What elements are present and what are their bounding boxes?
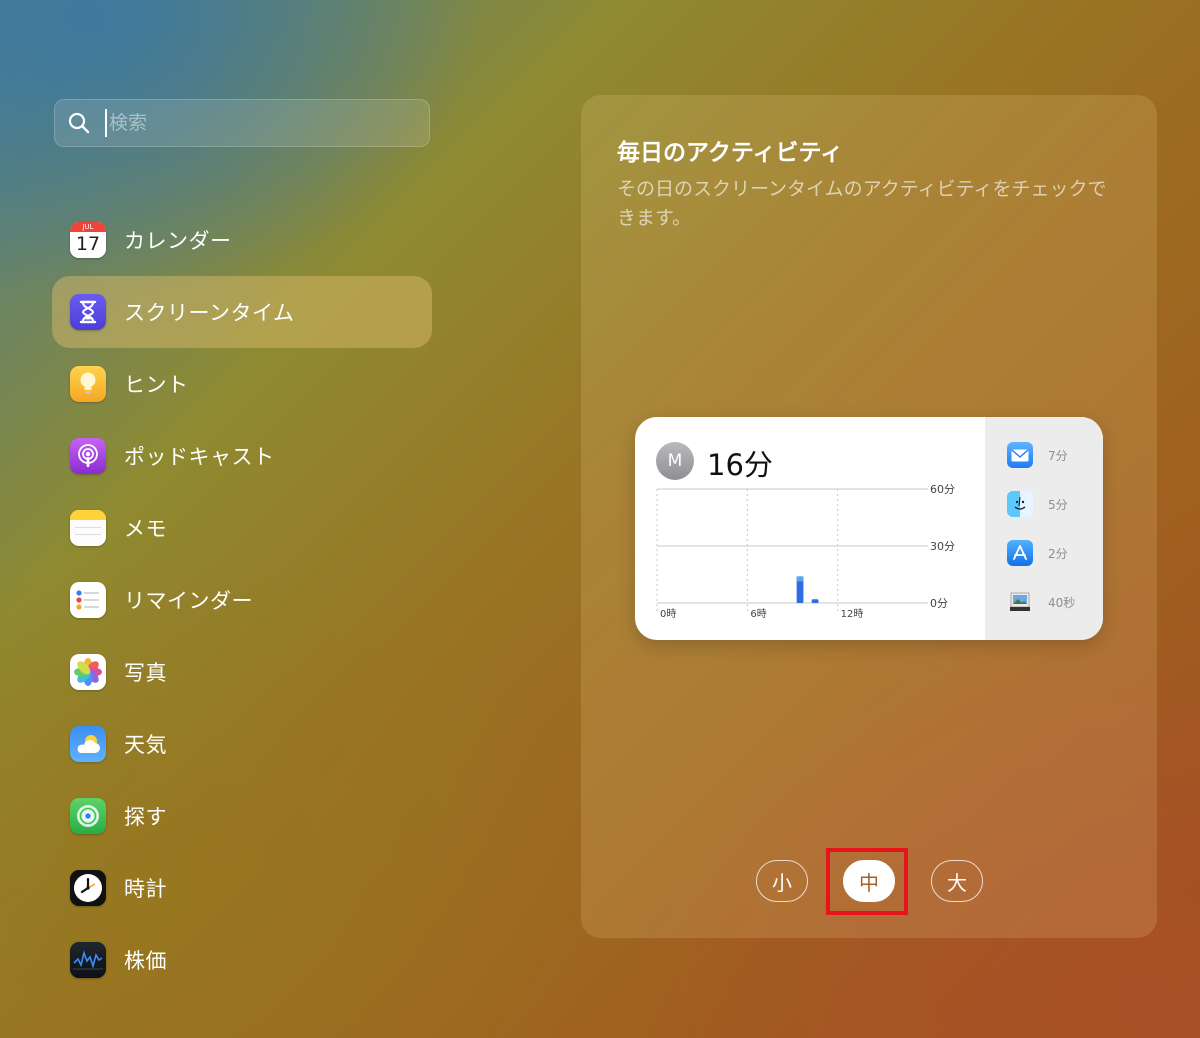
tips-icon (70, 366, 106, 402)
screen-time-icon (70, 294, 106, 330)
app-store-icon (1007, 540, 1033, 566)
calendar-day: 17 (75, 233, 101, 255)
sidebar-item-clock[interactable]: 時計 (52, 852, 432, 924)
sidebar-item-label: スクリーンタイム (124, 301, 295, 325)
app-duration: 7分 (1048, 448, 1068, 463)
activity-bar-top (796, 576, 804, 582)
search-input[interactable] (109, 112, 409, 134)
sidebar-item-calendar[interactable]: JUL 17 カレンダー (52, 204, 432, 276)
widget-title: 毎日のアクティビティ (617, 140, 844, 166)
size-small-button[interactable]: 小 (756, 860, 808, 902)
sidebar-item-tips[interactable]: ヒント (52, 348, 432, 420)
sidebar-item-notes[interactable]: メモ (52, 492, 432, 564)
sidebar-item-label: 時計 (124, 877, 167, 901)
calendar-icon: JUL 17 (70, 222, 106, 258)
notes-icon (70, 510, 106, 546)
activity-bar (811, 599, 819, 603)
app-usage-row: 2分 (1007, 540, 1068, 566)
app-duration: 2分 (1048, 546, 1068, 561)
sidebar-item-screen-time[interactable]: スクリーンタイム (52, 276, 432, 348)
app-duration: 5分 (1048, 497, 1068, 512)
sidebar-item-label: 写真 (124, 661, 167, 685)
sidebar-item-weather[interactable]: 天気 (52, 708, 432, 780)
y-tick-label: 0分 (930, 597, 948, 610)
search-field[interactable] (54, 99, 430, 147)
x-tick-label: 12時 (841, 608, 864, 620)
sidebar-item-reminders[interactable]: リマインダー (52, 564, 432, 636)
sidebar-item-label: 天気 (124, 733, 167, 757)
preview-icon (1007, 589, 1033, 615)
weather-icon (70, 726, 106, 762)
sidebar-item-label: カレンダー (124, 229, 232, 253)
y-tick-label: 30分 (930, 540, 955, 553)
calendar-month: JUL (70, 222, 106, 232)
app-usage-list: 7分 5分 2分 40秒 (985, 417, 1103, 640)
podcasts-icon (70, 438, 106, 474)
highlight-box (826, 848, 908, 915)
x-tick-label: 0時 (660, 608, 676, 620)
sidebar-item-label: 株価 (124, 949, 167, 973)
sidebar-item-photos[interactable]: 写真 (52, 636, 432, 708)
search-icon (68, 112, 90, 134)
stocks-icon (70, 942, 106, 978)
sidebar-item-find-my[interactable]: 探す (52, 780, 432, 852)
app-duration: 40秒 (1048, 595, 1076, 610)
size-large-button[interactable]: 大 (931, 860, 983, 902)
sidebar-item-label: リマインダー (124, 589, 253, 613)
sidebar-item-label: 探す (124, 805, 167, 829)
finder-icon (1007, 491, 1033, 517)
widget-app-list: JUL 17 カレンダー スクリーンタイム ヒント ポッドキャスト メモ リマイ… (52, 204, 432, 996)
mail-icon (1007, 442, 1033, 468)
y-tick-label: 60分 (930, 483, 955, 496)
find-my-icon (70, 798, 106, 834)
app-usage-row: 40秒 (1007, 589, 1075, 615)
text-cursor (105, 109, 107, 137)
sidebar-item-label: ポッドキャスト (124, 445, 275, 469)
widget-description: その日のスクリーンタイムのアクティビティをチェックできます。 (617, 178, 1107, 229)
clock-icon (70, 870, 106, 906)
sidebar-item-stocks[interactable]: 株価 (52, 924, 432, 996)
photos-icon (70, 654, 106, 690)
sidebar-item-podcasts[interactable]: ポッドキャスト (52, 420, 432, 492)
reminders-icon (70, 582, 106, 618)
app-usage-row: 5分 (1007, 491, 1068, 517)
sidebar-item-label: メモ (124, 517, 167, 541)
screen-time-widget[interactable]: M 16分 60分 30分 0分 0時 6時 12時 7分 5分 2分 40秒 (635, 417, 1103, 640)
app-usage-row: 7分 (1007, 442, 1068, 468)
x-tick-label: 6時 (750, 608, 766, 620)
sidebar-item-label: ヒント (124, 373, 189, 397)
activity-chart: 60分 30分 0分 0時 6時 12時 (656, 483, 955, 620)
